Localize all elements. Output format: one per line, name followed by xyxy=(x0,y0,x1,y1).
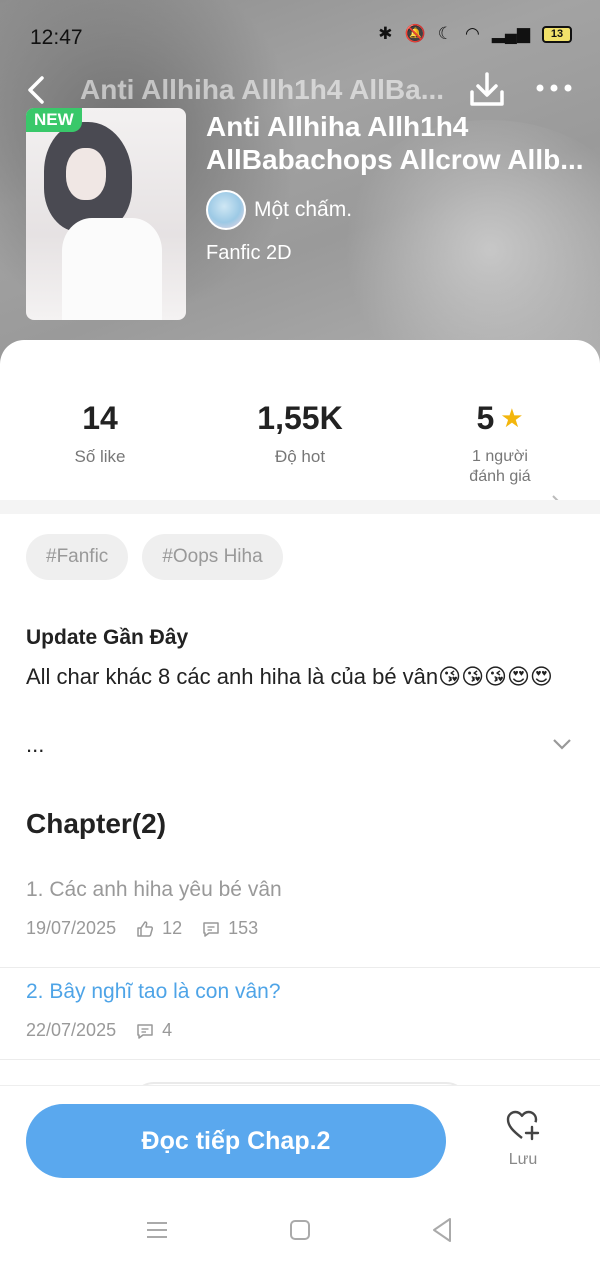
more-options-button[interactable] xyxy=(534,76,574,100)
stat-hot: 1,55K Độ hot xyxy=(200,400,400,467)
heart-plus-icon xyxy=(506,1110,540,1141)
signal-icon: ▂▄▆ xyxy=(491,24,530,43)
tag-list: #Fanfic #Oops Hiha xyxy=(26,534,283,580)
chapter-date: 22/07/2025 xyxy=(26,1020,117,1040)
more-dots-icon xyxy=(536,84,572,92)
recent-apps-icon[interactable] xyxy=(144,1218,170,1242)
author-avatar xyxy=(206,190,246,230)
download-button[interactable] xyxy=(468,70,506,110)
chapter-meta: 19/07/2025 12 153 xyxy=(26,918,258,939)
chapter-comment-count: 153 xyxy=(228,918,259,938)
author-link[interactable]: Một chấm. xyxy=(206,190,352,230)
rating-label-line: đánh giá xyxy=(469,468,531,485)
back-triangle-icon[interactable] xyxy=(430,1216,454,1244)
update-heading: Update Gần Đây xyxy=(26,626,189,649)
book-title: Anti Allhiha Allh1h4 AllBabachops Allcro… xyxy=(206,110,584,176)
likes-label: Số like xyxy=(74,447,126,466)
mute-bell-icon: 🔕 xyxy=(404,24,426,43)
wifi-icon: ◠ xyxy=(464,24,480,43)
rating-value: 5 xyxy=(476,400,495,436)
home-icon[interactable] xyxy=(288,1218,312,1242)
tag-chip[interactable]: #Oops Hiha xyxy=(142,534,283,580)
bluetooth-icon: ✱ xyxy=(378,24,393,43)
cover-art xyxy=(62,218,162,320)
update-ellipsis: ... xyxy=(26,732,45,757)
book-cover[interactable] xyxy=(26,108,186,320)
chapter-like-count: 12 xyxy=(162,918,183,938)
chapter-title: 2. Bây nghĩ tao là con vân? xyxy=(26,980,281,1003)
chapter-item[interactable]: 2. Bây nghĩ tao là con vân? 22/07/2025 4 xyxy=(0,956,600,1060)
chapter-title: 1. Các anh hiha yêu bé vân xyxy=(26,878,282,901)
back-arrow-icon xyxy=(28,76,44,104)
stat-likes: 14 Số like xyxy=(0,400,200,467)
continue-reading-button[interactable]: Đọc tiếp Chap.2 xyxy=(26,1104,446,1178)
likes-count: 14 xyxy=(82,400,118,436)
book-title-line: AllBabachops Allcrow Allb... xyxy=(206,144,584,175)
chapters-heading: Chapter(2) xyxy=(26,808,167,839)
chevron-down-icon[interactable] xyxy=(550,736,574,752)
hot-count: 1,55K xyxy=(257,400,343,436)
genre-label: Fanfic 2D xyxy=(206,242,292,264)
status-time: 12:47 xyxy=(30,26,83,49)
chapter-comment-count: 4 xyxy=(162,1020,173,1040)
rating-value-row: 5 ★ xyxy=(400,400,600,437)
battery-icon: 13 xyxy=(542,25,572,43)
status-icons: ✱ 🔕 ☾ ◠ ▂▄▆ 13 xyxy=(378,24,572,44)
chapter-meta: 22/07/2025 4 xyxy=(26,1020,172,1041)
chapter-date: 19/07/2025 xyxy=(26,918,117,938)
update-text: All char khác 8 các anh hiha là của bé v… xyxy=(26,664,553,689)
rating-label-line: 1 người xyxy=(472,448,528,465)
book-title-line: Anti Allhiha Allh1h4 xyxy=(206,111,469,142)
system-navigation-bar xyxy=(0,1200,600,1260)
comment-icon xyxy=(137,1023,153,1039)
chapter-item[interactable]: 1. Các anh hiha yêu bé vân 19/07/2025 12… xyxy=(0,864,600,968)
save-button[interactable]: Lưu xyxy=(490,1108,556,1180)
save-label: Lưu xyxy=(508,1151,538,1168)
author-name: Một chấm. xyxy=(254,198,353,221)
back-button[interactable] xyxy=(22,72,54,108)
star-icon: ★ xyxy=(500,403,524,433)
moon-icon: ☾ xyxy=(437,24,453,43)
stats-row: 14 Số like 1,55K Độ hot 5 ★ 1 người đánh… xyxy=(0,380,600,509)
section-divider xyxy=(0,500,600,514)
rating-label: 1 người đánh giá xyxy=(400,447,600,487)
tag-chip[interactable]: #Fanfic xyxy=(26,534,129,580)
hot-label: Độ hot xyxy=(274,447,326,466)
thumbs-up-icon xyxy=(137,920,154,937)
new-badge: NEW xyxy=(26,108,82,132)
cover-art xyxy=(66,148,106,200)
download-icon xyxy=(470,72,504,106)
comment-icon xyxy=(203,921,219,937)
nav-title: Anti Allhiha Allh1h4 AllBa... xyxy=(80,74,445,105)
stat-rating[interactable]: 5 ★ 1 người đánh giá xyxy=(400,400,600,487)
